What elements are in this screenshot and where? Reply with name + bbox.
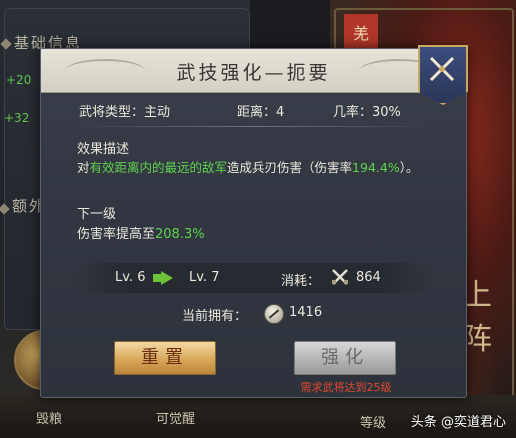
requirement-text: 需求武将达到25级 [300, 381, 392, 394]
watermark: 头条 @奕道君心 [410, 415, 506, 430]
portrait-calligraphy: 上阵 [462, 278, 492, 357]
owned-value: 1416 [289, 305, 323, 320]
bottom-item-destroy-grain[interactable]: 毁粮 [36, 408, 62, 427]
stat-chance: 几率：30% [333, 101, 401, 120]
type-label: 武将类型： [79, 105, 145, 120]
right-arrow-icon [161, 271, 173, 285]
next-level-label: 下一级 [77, 207, 117, 222]
chance-value: 30% [372, 105, 401, 120]
chance-label: 几率： [333, 105, 373, 120]
cost-label: 消耗： [281, 274, 321, 289]
crossed-blades-icon [332, 269, 348, 285]
effect-description: 对有效距离内的最远的敌军造成兵刃伤害（伤害率194.4%）。 [77, 159, 432, 176]
effect-text-suffix: ）。 [399, 160, 419, 175]
current-level: Lv. 6 [115, 270, 146, 285]
next-level: Lv. 7 [189, 270, 220, 285]
next-level-prefix: 伤害率提高至 [77, 227, 156, 242]
crossed-swords-close-icon [429, 56, 455, 82]
stat-type: 武将类型：主动 [79, 101, 170, 120]
next-level-text: 伤害率提高至208.3% [77, 223, 205, 242]
owned-label: 当前拥有： [182, 309, 248, 324]
skill-enhance-dialog: 武技强化—扼要 武将类型：主动 距离：4 几率：30% 效果描述 对有效距离内的… [40, 48, 467, 398]
cost-value: 864 [356, 270, 381, 285]
stat-range: 距离：4 [237, 101, 284, 120]
effect-text-middle: 造成兵刃伤害（伤害率 [227, 160, 353, 175]
effect-rate: 194.4% [352, 160, 400, 175]
effect-label: 效果描述 [77, 142, 130, 157]
dialog-header: 武技强化—扼要 [41, 49, 466, 93]
effect-text-prefix: 对 [77, 160, 90, 175]
token-coin-icon [264, 304, 284, 324]
stat-bonus-2: +32 [4, 111, 30, 125]
bottom-item-awaken[interactable]: 可觉醒 [156, 408, 195, 427]
stat-bonus-1: +20 [6, 73, 32, 87]
divider [73, 126, 434, 127]
dialog-title: 武技强化—扼要 [176, 62, 331, 84]
type-value: 主动 [144, 105, 171, 120]
effect-target: 有效距离内的最远的敌军 [89, 160, 228, 175]
enhance-button[interactable]: 强化 [294, 341, 396, 375]
range-label: 距离： [237, 105, 277, 120]
range-value: 4 [276, 105, 285, 120]
next-level-value: 208.3% [155, 227, 205, 242]
bottom-item-level: 等级 [360, 416, 387, 431]
reset-button[interactable]: 重置 [114, 341, 216, 375]
